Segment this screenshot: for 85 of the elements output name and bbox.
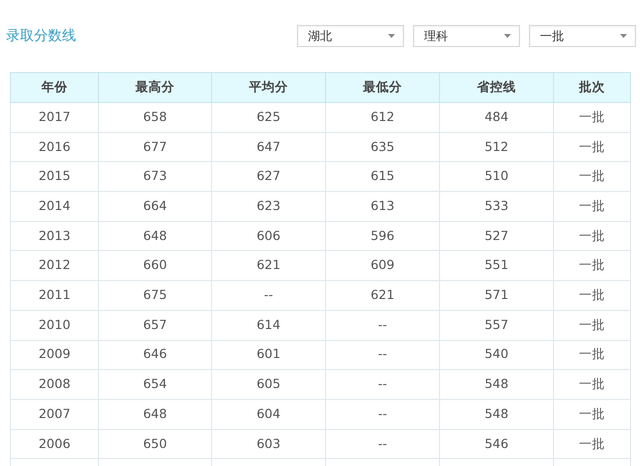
table-cell: -- <box>326 310 440 340</box>
table-cell: 一批 <box>554 340 630 370</box>
table-cell: 533 <box>440 192 554 222</box>
table-cell: 557 <box>440 310 554 340</box>
table-cell: 654 <box>98 370 212 400</box>
table-cell: 647 <box>212 132 326 162</box>
table-cell: 664 <box>98 192 212 222</box>
table-cell: 一批 <box>554 370 630 400</box>
table-cell: -- <box>326 370 440 400</box>
table-cell: -- <box>326 340 440 370</box>
table-cell: 548 <box>440 399 554 430</box>
table-cell: 605 <box>212 370 326 400</box>
table-cell: 2010 <box>10 310 98 340</box>
column-header: 平均分 <box>212 72 326 102</box>
column-header: 批次 <box>554 72 630 102</box>
table-cell: 603 <box>212 429 326 459</box>
table-cell: 510 <box>440 162 554 192</box>
table-cell: 612 <box>326 102 440 132</box>
table-cell: 2006 <box>10 429 98 459</box>
table-cell: 一批 <box>554 429 630 459</box>
table-cell: 657 <box>98 310 212 340</box>
table-cell: 609 <box>326 250 440 281</box>
column-header: 省控线 <box>440 72 554 102</box>
table-cell: 2013 <box>10 221 98 251</box>
table-cell: 648 <box>98 399 212 430</box>
table-cell: 2012 <box>10 250 98 281</box>
table-cell: 606 <box>212 221 326 251</box>
table-cell: 650 <box>98 429 212 459</box>
table-cell: -- <box>326 429 440 459</box>
table-cell: 675 <box>98 280 212 310</box>
table-cell: 546 <box>440 429 554 459</box>
table-cell: 一批 <box>554 132 630 162</box>
table-cell: 一批 <box>554 250 630 281</box>
table-cell: 484 <box>440 102 554 132</box>
table-cell: 613 <box>326 192 440 222</box>
column-header: 年份 <box>10 72 98 102</box>
table-cell: 635 <box>326 132 440 162</box>
table-cell: 一批 <box>554 399 630 430</box>
table-cell: 527 <box>440 221 554 251</box>
table-cell: -- <box>326 399 440 430</box>
column-header: 最高分 <box>98 72 212 102</box>
table-cell: 646 <box>98 340 212 370</box>
table-cell: 551 <box>440 250 554 281</box>
table-cell: 一批 <box>554 310 630 340</box>
table-cell: 540 <box>440 340 554 370</box>
table-cell: 614 <box>212 310 326 340</box>
table-cell: 2011 <box>10 280 98 310</box>
caret-icon <box>388 34 395 38</box>
table-cell: 601 <box>212 340 326 370</box>
table-cell: -- <box>212 280 326 310</box>
table-cell: 2016 <box>10 132 98 162</box>
table-cell: 623 <box>212 192 326 222</box>
table-cell: 677 <box>98 132 212 162</box>
table-cell: 627 <box>212 162 326 192</box>
table-cell: 512 <box>440 132 554 162</box>
table-cell: 一批 <box>554 192 630 222</box>
table-cell: 673 <box>98 162 212 192</box>
table-cell: 621 <box>212 250 326 281</box>
table-cell: 596 <box>326 221 440 251</box>
table-cell: 621 <box>326 280 440 310</box>
page-title: 录取分数线 <box>6 26 76 46</box>
table-cell: 一批 <box>554 280 630 310</box>
table-cell: 2015 <box>10 162 98 192</box>
table-cell: 548 <box>440 370 554 400</box>
table-cell: 615 <box>326 162 440 192</box>
table-cell: 2008 <box>10 370 98 400</box>
table-cell: 604 <box>212 399 326 430</box>
table-cell: 一批 <box>554 162 630 192</box>
dropdown[interactable]: 理科 <box>413 25 520 47</box>
dropdown[interactable]: 湖北 <box>297 25 404 47</box>
table-cell: 571 <box>440 280 554 310</box>
table-cell: 2014 <box>10 192 98 222</box>
table-cell: 648 <box>98 221 212 251</box>
table-cell: 660 <box>98 250 212 281</box>
table-cell: 625 <box>212 102 326 132</box>
caret-icon <box>620 34 627 38</box>
table-cell: 2007 <box>10 399 98 430</box>
table-cell: 2017 <box>10 102 98 132</box>
table-cell: 658 <box>98 102 212 132</box>
dropdown[interactable]: 一批 <box>529 25 636 47</box>
table-cell: 2009 <box>10 340 98 370</box>
caret-icon <box>504 34 511 38</box>
column-header: 最低分 <box>326 72 440 102</box>
table-cell: 一批 <box>554 221 630 251</box>
table-cell: 一批 <box>554 102 630 132</box>
